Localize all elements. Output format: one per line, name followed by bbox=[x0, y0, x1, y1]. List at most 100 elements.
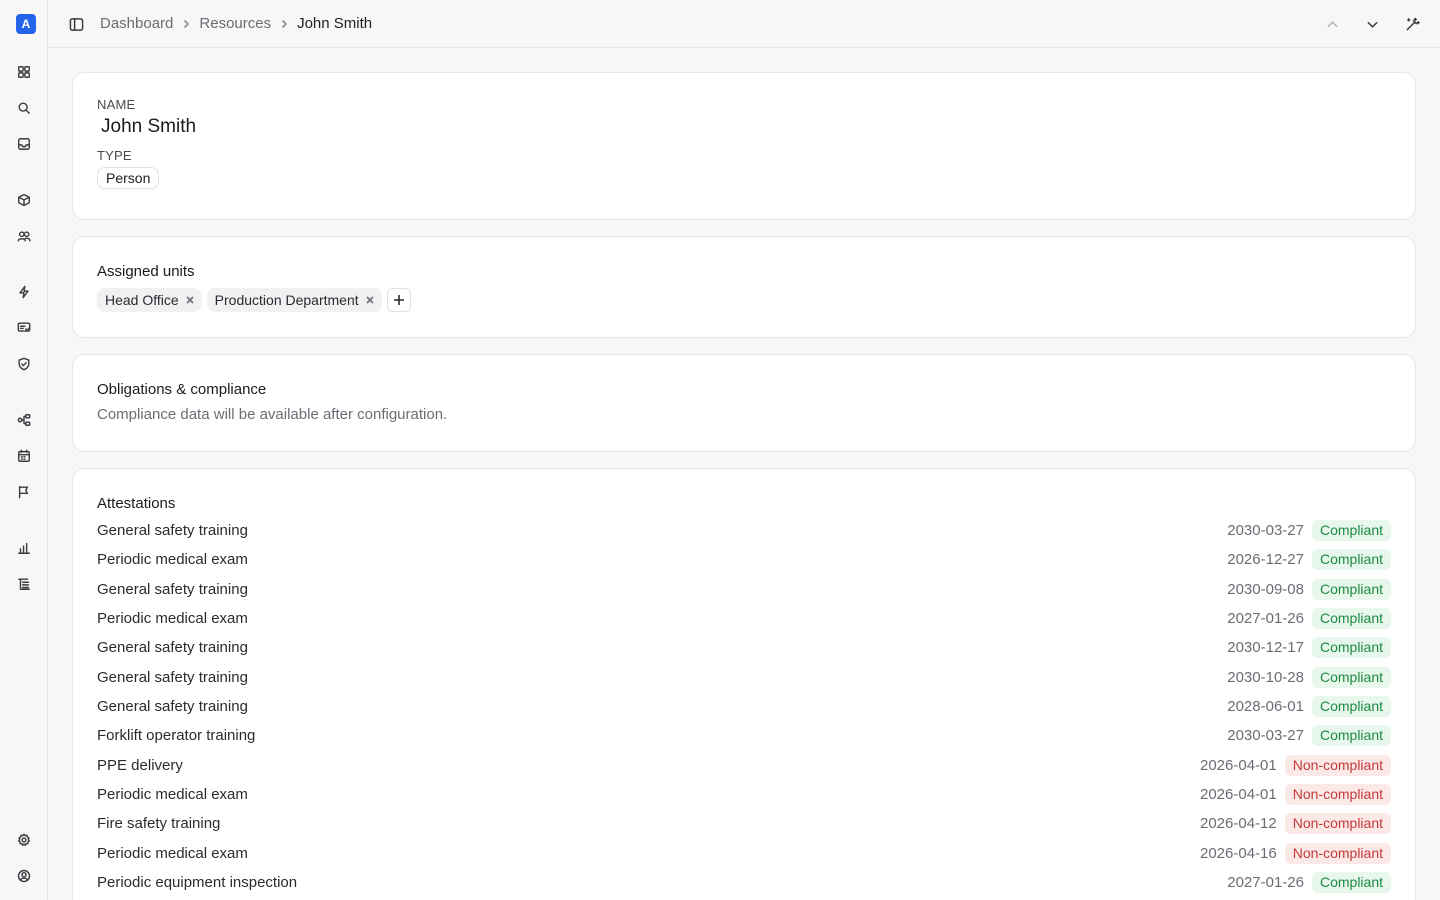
type-chip[interactable]: Person bbox=[97, 167, 160, 189]
type-label: TYPE bbox=[97, 148, 132, 163]
bar-chart-icon[interactable] bbox=[14, 538, 34, 558]
resource-name[interactable]: John Smith bbox=[101, 116, 1391, 138]
breadcrumb-resources[interactable]: Resources bbox=[199, 15, 271, 32]
topbar: Dashboard Resources John Smith bbox=[48, 0, 1440, 48]
main-content: NAME John Smith TYPE Person Assigned uni… bbox=[72, 72, 1416, 900]
attestation-meta: 2026-04-01 Non-compliant bbox=[1200, 754, 1391, 776]
edit-wand-button[interactable] bbox=[1402, 14, 1422, 34]
unit-chip: Head Office bbox=[97, 288, 202, 312]
search-icon[interactable] bbox=[14, 98, 34, 118]
status-badge: Compliant bbox=[1311, 520, 1391, 542]
breadcrumb-current: John Smith bbox=[297, 15, 373, 32]
attestation-row[interactable]: General safety training 2030-10-28 Complia… bbox=[97, 663, 1391, 692]
attestation-date: 2026-04-16 bbox=[1200, 844, 1277, 862]
shield-check-icon[interactable] bbox=[14, 354, 34, 374]
panel-left-icon bbox=[69, 17, 83, 31]
attestations-card: Attestations General safety training 2030… bbox=[72, 468, 1416, 900]
user-circle-icon[interactable] bbox=[14, 866, 34, 886]
attestation-row[interactable]: Forklift operator training 2030-03-27 Comp… bbox=[97, 721, 1391, 750]
attestations-list: General safety training 2030-03-27 Complia… bbox=[97, 516, 1391, 897]
status-badge: Non-compliant bbox=[1284, 784, 1391, 806]
resource-info-card: NAME John Smith TYPE Person bbox=[72, 72, 1416, 220]
attestation-date: 2027-01-26 bbox=[1227, 610, 1304, 628]
status-badge: Compliant bbox=[1311, 666, 1391, 688]
attestation-date: 2030-09-08 bbox=[1227, 580, 1304, 598]
breadcrumb: Dashboard Resources John Smith bbox=[100, 15, 372, 32]
magic-wand-icon bbox=[1406, 17, 1420, 30]
calendar-icon[interactable] bbox=[14, 446, 34, 466]
attestation-row[interactable]: General safety training 2030-03-27 Complia… bbox=[97, 516, 1391, 545]
status-badge: Compliant bbox=[1311, 608, 1391, 630]
attestation-date: 2026-04-01 bbox=[1200, 786, 1277, 804]
status-badge: Non-compliant bbox=[1284, 842, 1391, 864]
workflow-icon[interactable] bbox=[14, 410, 34, 430]
chevron-down-icon bbox=[1367, 21, 1377, 28]
remove-unit-icon[interactable] bbox=[186, 296, 194, 304]
bolt-icon[interactable] bbox=[14, 282, 34, 302]
plus-icon bbox=[393, 295, 404, 305]
status-badge: Compliant bbox=[1311, 549, 1391, 571]
attestation-meta: 2026-12-27 Compliant bbox=[1227, 549, 1391, 571]
attestations-title: Attestations bbox=[97, 495, 176, 512]
name-label: NAME bbox=[97, 97, 136, 112]
sidebar-toggle-button[interactable] bbox=[66, 14, 86, 34]
chevron-right-icon bbox=[279, 19, 289, 29]
attestation-row[interactable]: Periodic medical exam 2027-01-26 Compliant bbox=[97, 604, 1391, 633]
unit-chip: Production Department bbox=[206, 288, 382, 312]
attestation-name: Periodic medical exam bbox=[97, 610, 248, 628]
attestation-date: 2030-10-28 bbox=[1227, 668, 1304, 686]
attestation-row[interactable]: General safety training 2028-06-01 Complia… bbox=[97, 692, 1391, 721]
breadcrumb-dashboard[interactable]: Dashboard bbox=[100, 15, 173, 32]
chevron-right-icon bbox=[181, 19, 191, 29]
attestation-meta: 2026-04-16 Non-compliant bbox=[1200, 842, 1391, 864]
attestation-row[interactable]: Fire safety training 2026-04-12 Non-compli… bbox=[97, 809, 1391, 838]
status-badge: Compliant bbox=[1311, 725, 1391, 747]
attestation-row[interactable]: General safety training 2030-09-08 Complia… bbox=[97, 575, 1391, 604]
compliance-title: Obligations & compliance bbox=[97, 381, 267, 398]
list-icon[interactable] bbox=[14, 574, 34, 594]
attestation-name: General safety training bbox=[97, 522, 248, 540]
attestation-meta: 2028-06-01 Compliant bbox=[1227, 696, 1391, 718]
unit-chip-label: Head Office bbox=[105, 292, 179, 308]
compliance-card: Obligations & compliance Compliance data… bbox=[72, 354, 1416, 452]
inbox-icon[interactable] bbox=[14, 134, 34, 154]
attestation-date: 2030-03-27 bbox=[1227, 727, 1304, 745]
remove-unit-icon[interactable] bbox=[366, 296, 374, 304]
units-list: Head Office Production Department bbox=[97, 288, 1391, 312]
next-record-button[interactable] bbox=[1362, 14, 1382, 34]
attestation-meta: 2027-01-26 Compliant bbox=[1227, 608, 1391, 630]
users-icon[interactable] bbox=[14, 226, 34, 246]
attestation-meta: 2030-03-27 Compliant bbox=[1227, 520, 1391, 542]
attestation-meta: 2026-04-01 Non-compliant bbox=[1200, 784, 1391, 806]
attestation-date: 2026-04-01 bbox=[1200, 756, 1277, 774]
app-logo[interactable]: A bbox=[16, 14, 36, 34]
attestation-name: Fire safety training bbox=[97, 815, 221, 833]
attestation-row[interactable]: Periodic medical exam 2026-04-01 Non-compl… bbox=[97, 780, 1391, 809]
attestation-meta: 2030-10-28 Compliant bbox=[1227, 666, 1391, 688]
attestation-name: General safety training bbox=[97, 580, 248, 598]
attestation-name: General safety training bbox=[97, 698, 248, 716]
attestation-date: 2026-12-27 bbox=[1227, 551, 1304, 569]
previous-record-button[interactable] bbox=[1322, 14, 1342, 34]
grid-icon[interactable] bbox=[14, 62, 34, 82]
status-badge: Compliant bbox=[1311, 578, 1391, 600]
settings-icon[interactable] bbox=[14, 830, 34, 850]
attestation-row[interactable]: Periodic medical exam 2026-12-27 Compliant bbox=[97, 545, 1391, 574]
cube-icon[interactable] bbox=[14, 190, 34, 210]
monitor-check-icon[interactable] bbox=[14, 318, 34, 338]
attestation-row[interactable]: PPE delivery 2026-04-01 Non-compliant bbox=[97, 751, 1391, 780]
add-unit-button[interactable] bbox=[386, 288, 411, 312]
attestation-meta: 2027-01-26 Compliant bbox=[1227, 872, 1391, 894]
flag-icon[interactable] bbox=[14, 482, 34, 502]
status-badge: Compliant bbox=[1311, 696, 1391, 718]
attestation-row[interactable]: Periodic medical exam 2026-04-16 Non-compl… bbox=[97, 839, 1391, 868]
assigned-units-title: Assigned units bbox=[97, 263, 195, 280]
attestation-meta: 2030-12-17 Compliant bbox=[1227, 637, 1391, 659]
unit-chip-label: Production Department bbox=[214, 292, 359, 308]
attestation-name: Periodic medical exam bbox=[97, 786, 248, 804]
assigned-units-card: Assigned units Head Office Production De… bbox=[72, 236, 1416, 338]
attestation-row[interactable]: General safety training 2030-12-17 Complia… bbox=[97, 633, 1391, 662]
attestation-row[interactable]: Periodic equipment inspection 2027-01-26 C… bbox=[97, 868, 1391, 897]
attestation-meta: 2030-03-27 Compliant bbox=[1227, 725, 1391, 747]
chevron-up-icon bbox=[1327, 20, 1337, 27]
